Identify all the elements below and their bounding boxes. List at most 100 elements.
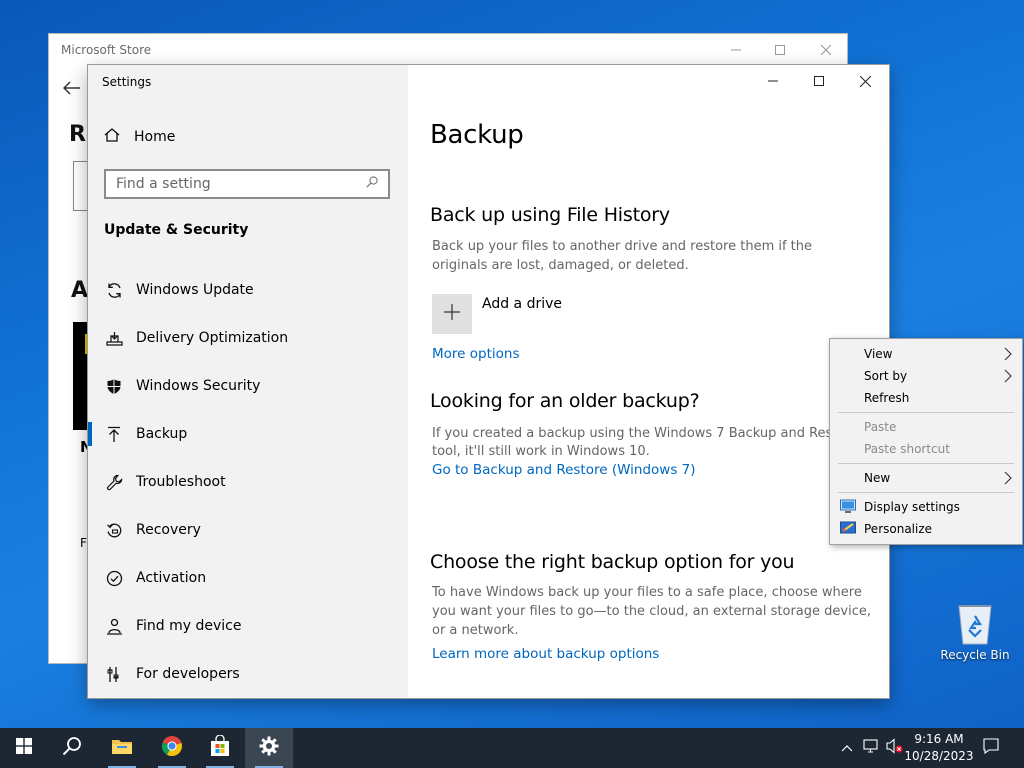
back-arrow-icon[interactable] [62,79,81,100]
chevron-right-icon [1004,369,1012,386]
menu-item-sort-by[interactable]: Sort by [830,365,1022,387]
display-icon [840,499,856,517]
taskbar-search-button[interactable] [48,728,96,768]
store-bag-icon [209,734,231,761]
menu-item-label: Paste shortcut [864,442,950,456]
home-label: Home [134,129,176,145]
sidebar-item-find-my-device[interactable]: Find my device [88,602,408,650]
volume-muted-icon [886,738,904,758]
menu-item-label: Display settings [864,500,960,514]
file-history-description: Back up your files to another drive and … [432,239,813,273]
menu-item-label: Paste [864,420,897,434]
menu-item-refresh[interactable]: Refresh [830,387,1022,409]
sidebar-item-backup[interactable]: Backup [88,410,408,458]
sidebar-item-label: Activation [136,570,207,586]
menu-item-personalize[interactable]: Personalize [830,518,1022,540]
action-center-button[interactable] [976,728,1006,768]
taskbar [0,728,1024,768]
recycle-bin-label: Recycle Bin [940,648,1010,662]
check-circle-icon [104,568,124,588]
settings-maximize-button[interactable] [796,65,842,97]
notification-icon [983,738,999,758]
menu-item-display-settings[interactable]: Display settings [830,496,1022,518]
more-options-link[interactable]: More options [432,346,519,362]
sidebar-item-label: Windows Security [136,378,261,394]
sidebar-item-label: Recovery [136,522,201,538]
older-backup-heading: Looking for an older backup? [430,390,700,412]
menu-item-paste[interactable]: Paste [830,416,1022,438]
sidebar-item-windows-security[interactable]: Windows Security [88,362,408,410]
store-app-tile[interactable] [73,322,90,430]
sidebar-item-label: Windows Update [136,282,254,298]
show-hidden-icons-button[interactable] [838,728,856,768]
store-close-button[interactable] [803,34,847,66]
choose-backup-description: To have Windows back up your files to a … [432,585,871,638]
file-history-heading: Back up using File History [430,204,670,226]
menu-separator [838,412,1014,413]
shield-icon [104,376,124,396]
folder-icon [111,737,133,759]
taskbar-clock[interactable]: 9:16 AM 10/28/2023 [904,731,974,765]
network-icon [863,739,879,757]
sidebar-item-label: Delivery Optimization [136,330,289,346]
recycle-bin-desktop-icon[interactable]: Recycle Bin [940,600,1010,662]
person-pin-icon [104,616,124,636]
add-drive-button[interactable] [432,294,472,334]
settings-taskbar-button[interactable] [245,728,293,768]
search-placeholder: Find a setting [116,176,211,192]
chrome-taskbar-button[interactable] [148,728,196,768]
add-drive-label[interactable]: Add a drive [482,296,562,312]
start-button[interactable] [0,728,48,768]
sidebar-item-windows-update[interactable]: Windows Update [88,266,408,314]
section-title: Update & Security [104,222,249,238]
volume-tray-button[interactable] [884,728,906,768]
settings-window-title: Settings [102,75,152,89]
developer-icon [104,664,124,684]
sidebar-item-recovery[interactable]: Recovery [88,506,408,554]
network-tray-button[interactable] [860,728,882,768]
store-maximize-button[interactable] [757,34,803,66]
recycle-bin-icon [940,600,1010,648]
home-nav-item[interactable]: Home [104,127,175,147]
menu-item-view[interactable]: View [830,343,1022,365]
store-minimize-button[interactable] [713,34,759,66]
store-search-box-fragment[interactable] [73,161,88,211]
settings-window[interactable]: Settings Home Find a setting Update & Se… [88,65,889,698]
recovery-icon [104,520,124,540]
menu-separator [838,463,1014,464]
file-explorer-taskbar-button[interactable] [98,728,146,768]
learn-more-link[interactable]: Learn more about backup options [432,646,659,662]
sidebar-item-troubleshoot[interactable]: Troubleshoot [88,458,408,506]
menu-item-label: Refresh [864,391,910,405]
backup-restore-link[interactable]: Go to Backup and Restore (Windows 7) [432,462,696,478]
menu-item-label: Sort by [864,369,908,383]
chrome-icon [161,735,183,761]
menu-separator [838,492,1014,493]
backup-arrow-icon [104,424,124,444]
chevron-right-icon [1004,471,1012,488]
older-backup-description-line2: tool, it'll still work in Windows 10. [432,444,650,459]
clock-time: 9:16 AM [914,732,964,746]
sync-icon [104,280,124,300]
sidebar-item-for-developers[interactable]: For developers [88,650,408,698]
menu-item-paste-shortcut[interactable]: Paste shortcut [830,438,1022,460]
sidebar-item-delivery-optimization[interactable]: Delivery Optimization [88,314,408,362]
settings-sidebar: Settings Home Find a setting Update & Se… [88,65,408,698]
sidebar-item-label: Find my device [136,618,242,634]
delivery-icon [104,328,124,348]
settings-close-button[interactable] [842,65,888,97]
desktop-context-menu: View Sort by Refresh Paste Paste shortcu… [829,338,1023,545]
menu-item-new[interactable]: New [830,467,1022,489]
settings-minimize-button[interactable] [750,65,796,97]
home-icon [104,127,120,147]
older-backup-description-line1: If you created a backup using the Window… [432,426,859,441]
microsoft-store-taskbar-button[interactable] [196,728,244,768]
chevron-right-icon [1004,347,1012,364]
find-setting-search[interactable]: Find a setting [104,169,390,199]
menu-item-label: New [864,471,891,485]
store-section-fragment: A [71,278,89,303]
page-title: Backup [430,120,524,150]
sidebar-item-activation[interactable]: Activation [88,554,408,602]
gear-icon [259,736,279,760]
sidebar-item-label: For developers [136,666,240,682]
